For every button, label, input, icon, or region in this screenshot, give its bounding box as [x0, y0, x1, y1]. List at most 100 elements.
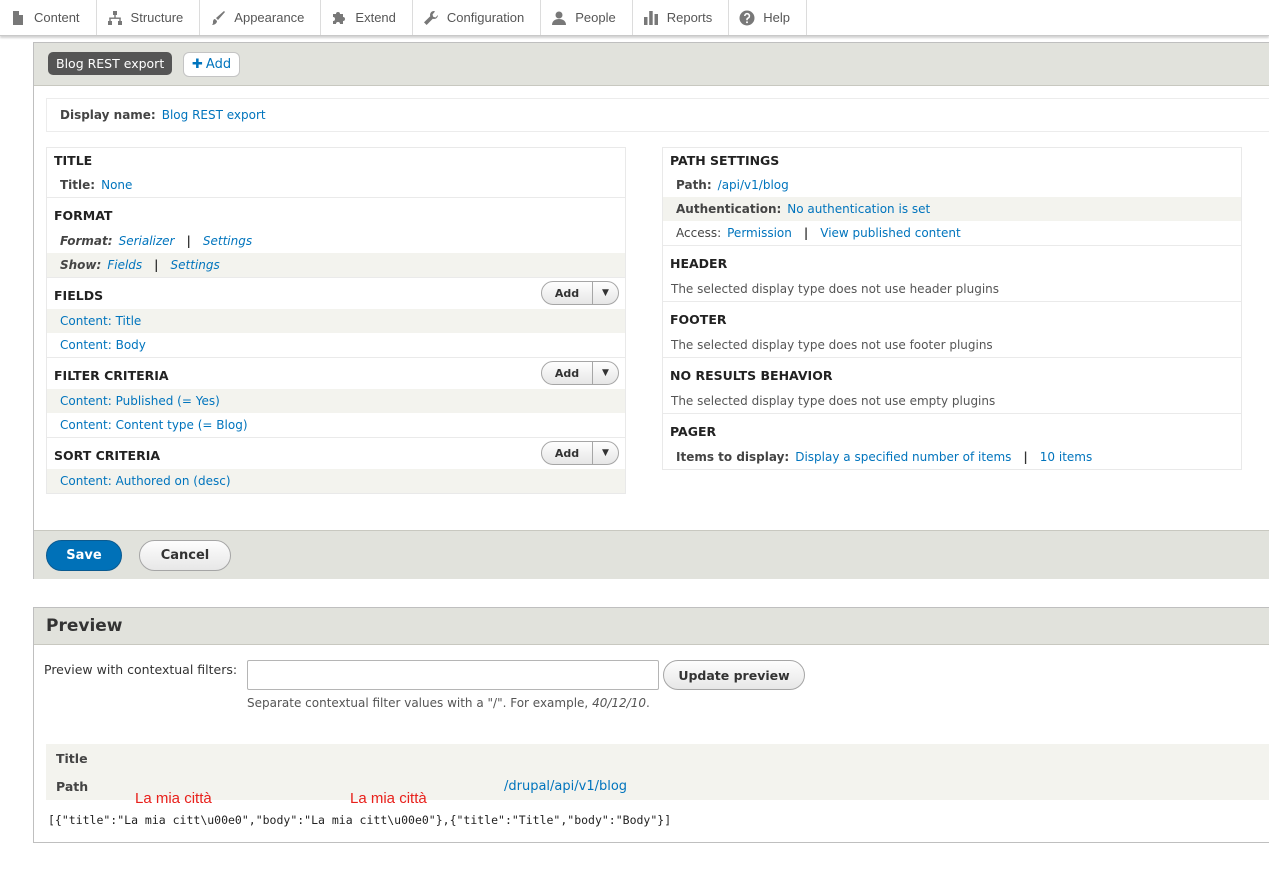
toolbar-appearance-label: Appearance [234, 10, 305, 25]
plus-icon: ✚ [192, 57, 203, 72]
update-preview-button[interactable]: Update preview [663, 660, 805, 690]
caret-down-icon[interactable]: ▼ [592, 362, 618, 384]
no-results-heading: NO RESULTS BEHAVIOR [670, 367, 833, 383]
puzzle-icon [333, 11, 346, 24]
field-content-title-link[interactable]: Content: Title [60, 314, 141, 328]
filter-heading-label: FILTER CRITERIA [54, 367, 169, 383]
filter-content-type-link[interactable]: Content: Content type (= Blog) [60, 418, 248, 432]
preview-heading: Preview [34, 608, 1269, 645]
pager-row: Items to display: Display a specified nu… [663, 445, 1241, 469]
sort-add-dropbutton[interactable]: Add ▼ [541, 441, 619, 465]
left-column: TITLE Title: None FORMAT Format: Seriali… [46, 147, 626, 494]
pager-section: PAGER Items to display: Display a specif… [663, 413, 1241, 469]
header-section: HEADER The selected display type does no… [663, 245, 1241, 301]
path-settings-section: PATH SETTINGS Path: /api/v1/blog Authent… [663, 148, 1241, 245]
contextual-filters-label: Preview with contextual filters: [44, 662, 238, 677]
fields-heading-label: FIELDS [54, 287, 104, 303]
toolbar-extend-label: Extend [355, 10, 396, 25]
toolbar-people[interactable]: People [541, 0, 633, 35]
show-settings-link[interactable]: Settings [171, 258, 220, 272]
right-column: PATH SETTINGS Path: /api/v1/blog Authent… [662, 147, 1242, 470]
views-display-panel: Blog REST export ✚ Add Display name: Blo… [33, 42, 1269, 579]
pager-heading: PAGER [670, 423, 717, 439]
path-label: Path: [676, 178, 712, 192]
access-row: Access: Permission | View published cont… [663, 221, 1241, 245]
toolbar-structure[interactable]: Structure [97, 0, 201, 35]
sort-heading-label: SORT CRITERIA [54, 447, 161, 463]
pager-type-link[interactable]: Display a specified number of items [795, 450, 1011, 464]
fields-section: FIELDS Add ▼ Content: Title Content: Bod… [47, 277, 625, 357]
format-row: Format: Serializer | Settings [47, 229, 625, 253]
save-button[interactable]: Save [46, 540, 122, 571]
authentication-label: Authentication: [676, 202, 782, 216]
contextual-filters-input[interactable] [247, 660, 659, 690]
format-heading: FORMAT [54, 207, 113, 223]
toolbar-configuration[interactable]: Configuration [413, 0, 542, 35]
add-display-button[interactable]: ✚ Add [183, 52, 241, 77]
cancel-button[interactable]: Cancel [139, 540, 231, 571]
separator: | [154, 258, 159, 272]
fields-add-label: Add [554, 286, 580, 300]
authentication-link[interactable]: No authentication is set [787, 202, 930, 216]
form-actions: Save Cancel [34, 530, 1269, 579]
add-display-label: Add [205, 57, 232, 72]
sitemap-icon [107, 10, 122, 25]
footer-heading: FOOTER [670, 311, 727, 327]
help-icon [739, 10, 755, 25]
format-serializer-link[interactable]: Serializer [119, 234, 175, 248]
filter-add-label: Add [554, 366, 580, 380]
caret-down-icon[interactable]: ▼ [592, 282, 618, 304]
toolbar-appearance[interactable]: Appearance [200, 0, 322, 35]
no-results-text: The selected display type does not use e… [671, 394, 996, 408]
authentication-row: Authentication: No authentication is set [663, 197, 1241, 221]
title-value-link[interactable]: None [101, 178, 132, 192]
pager-label: Items to display: [676, 450, 790, 464]
preview-title-label: Title [56, 750, 88, 766]
toolbar-reports[interactable]: Reports [633, 0, 730, 35]
separator: | [186, 234, 191, 248]
preview-path-label: Path [56, 778, 89, 794]
access-detail-link[interactable]: View published content [820, 226, 960, 240]
filter-section: FILTER CRITERIA Add ▼ Content: Published… [47, 357, 625, 437]
path-row: Path: /api/v1/blog [663, 173, 1241, 197]
filter-add-dropbutton[interactable]: Add ▼ [541, 361, 619, 385]
preview-json-output: [{"title":"La mia citt\u00e0","body":"La… [48, 813, 672, 827]
show-fields-link[interactable]: Fields [107, 258, 142, 272]
toolbar-content[interactable]: Content [0, 0, 97, 35]
help-end: . [645, 696, 650, 710]
display-name-bar: Display name: Blog REST export [46, 98, 1269, 132]
filter-heading: FILTER CRITERIA Add ▼ [47, 358, 625, 389]
person-icon [552, 11, 567, 25]
no-results-section: NO RESULTS BEHAVIOR The selected display… [663, 357, 1241, 413]
title-label: Title: [60, 178, 96, 192]
title-heading: TITLE [54, 153, 93, 168]
separator: | [1023, 450, 1028, 464]
sort-authored-on-link[interactable]: Content: Authored on (desc) [60, 474, 231, 488]
toolbar-extend[interactable]: Extend [321, 0, 413, 35]
access-label: Access: [676, 226, 722, 240]
field-content-body-link[interactable]: Content: Body [60, 338, 146, 352]
list-item: Content: Published (= Yes) [47, 389, 625, 413]
caret-down-icon[interactable]: ▼ [592, 442, 618, 464]
sort-heading: SORT CRITERIA Add ▼ [47, 438, 625, 469]
footer-section: FOOTER The selected display type does no… [663, 301, 1241, 357]
access-permission-link[interactable]: Permission [727, 226, 792, 240]
preview-path-link[interactable]: /drupal/api/v1/blog [504, 779, 627, 794]
toolbar-content-label: Content [34, 10, 80, 25]
display-name-link[interactable]: Blog REST export [162, 108, 266, 122]
annotation-body: La mia città [350, 790, 427, 807]
format-section: FORMAT Format: Serializer | Settings Sho… [47, 197, 625, 277]
filter-published-link[interactable]: Content: Published (= Yes) [60, 394, 220, 408]
fields-add-dropbutton[interactable]: Add ▼ [541, 281, 619, 305]
path-link[interactable]: /api/v1/blog [718, 178, 789, 192]
list-item: Content: Content type (= Blog) [47, 413, 625, 437]
list-item: Content: Title [47, 309, 625, 333]
tab-blog-rest-export[interactable]: Blog REST export [48, 52, 173, 75]
annotation-title: La mia città [135, 790, 212, 807]
toolbar-help[interactable]: Help [729, 0, 807, 35]
contextual-filters-help: Separate contextual filter values with a… [247, 696, 650, 710]
format-settings-link[interactable]: Settings [203, 234, 252, 248]
paintbrush-icon [212, 10, 226, 25]
title-row: Title: None [47, 173, 625, 197]
pager-count-link[interactable]: 10 items [1040, 450, 1092, 464]
